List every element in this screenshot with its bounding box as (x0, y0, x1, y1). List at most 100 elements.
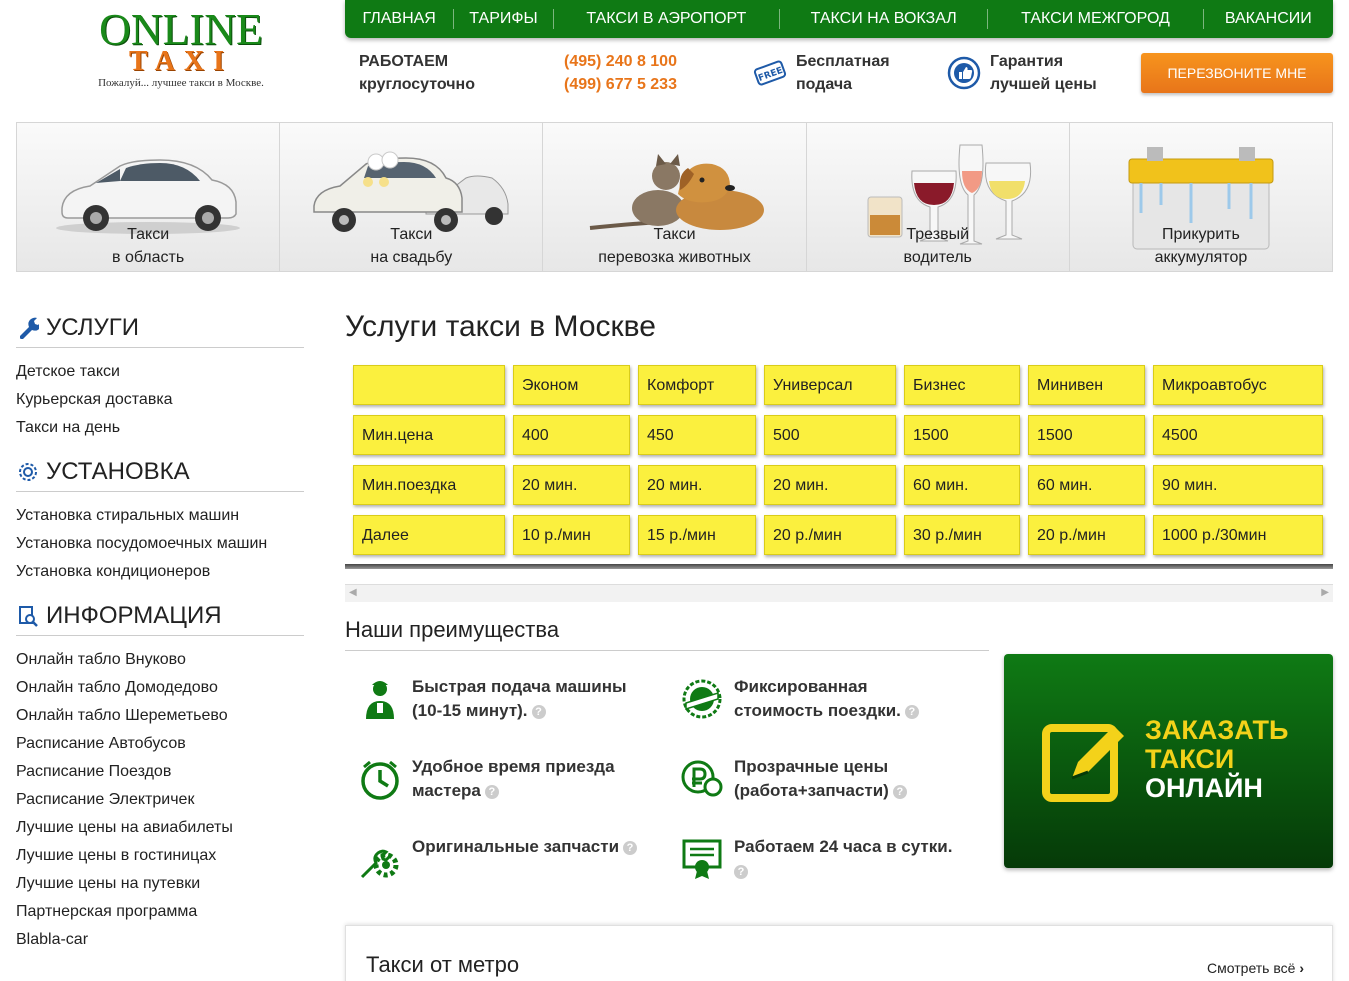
tile-battery-boost[interactable]: Прикурить аккумулятор (1070, 123, 1332, 271)
work-hours-line1: РАБОТАЕМ (359, 53, 449, 70)
metro-title: Такси от метро (366, 952, 520, 977)
guarantee-line2: лучшей цены (990, 76, 1097, 93)
help-icon[interactable]: ? (904, 705, 919, 719)
order-line3: ОНЛАЙН (1145, 773, 1263, 803)
sidebar-item-blablacar[interactable]: Blabla-car (16, 926, 304, 954)
tariff-cell: 60 мин. (904, 465, 1020, 505)
free-pickup-line2: подача (796, 76, 853, 93)
tariff-cell: 20 р./мин (1028, 515, 1145, 555)
tariff-row-min-price: Мин.цена 400 450 500 1500 1500 4500 (353, 415, 1331, 457)
free-tag-icon: FREE (752, 55, 788, 91)
tile-sober-line2: водитель (903, 249, 972, 266)
sidebar-item-dishwashers[interactable]: Установка посудомоечных машин (16, 530, 304, 558)
tariff-cell: 60 мин. (1028, 465, 1145, 505)
phone-numbers: (495) 240 8 100 (499) 677 5 233 (564, 50, 677, 96)
sidebar-item-sheremetyevo[interactable]: Онлайн табло Шереметьево (16, 702, 304, 730)
phone-2[interactable]: (499) 677 5 233 (564, 73, 677, 96)
tile-region-line1: Такси (127, 226, 170, 243)
sidebar-item-domodedovo[interactable]: Онлайн табло Домодедово (16, 674, 304, 702)
tariff-row-min-trip: Мин.поездка 20 мин. 20 мин. 20 мин. 60 м… (353, 465, 1331, 507)
services-list: Детское такси Курьерская доставка Такси … (16, 358, 304, 442)
nav-intercity-taxi[interactable]: ТАКСИ МЕЖГОРОД (988, 9, 1204, 29)
help-icon[interactable]: ? (623, 841, 638, 855)
work-hours-line2: круглосуточно (359, 76, 475, 93)
tile-region-taxi[interactable]: Такси в область (17, 123, 281, 271)
sidebar-item-courier[interactable]: Курьерская доставка (16, 386, 304, 414)
sidebar-item-bus-schedule[interactable]: Расписание Автобусов (16, 730, 304, 758)
scroll-left-icon[interactable]: ◀ (349, 587, 357, 598)
chevron-right-icon: › (1299, 960, 1304, 976)
order-online-button[interactable]: ЗАКАЗАТЬ ТАКСИ ОНЛАЙН (1004, 654, 1333, 868)
tile-pets-line1: Такси (653, 226, 696, 243)
tile-sober-driver[interactable]: Трезвый водитель (807, 123, 1070, 271)
horizontal-scrollbar[interactable]: ◀ ▶ (345, 584, 1333, 602)
tariff-header-cell: Универсал (764, 365, 896, 405)
nav-airport-taxi[interactable]: ТАКСИ В АЭРОПОРТ (554, 9, 780, 29)
badge-100-icon (678, 675, 726, 723)
tariff-cell: Мин.поездка (353, 465, 505, 505)
nav-vacancies[interactable]: ВАКАНСИИ (1204, 9, 1333, 29)
install-list: Установка стиральных машин Установка пос… (16, 502, 304, 586)
work-hours: РАБОТАЕМ круглосуточно (359, 50, 475, 96)
scroll-right-icon[interactable]: ▶ (1321, 587, 1329, 598)
tariff-row-further: Далее 10 р./мин 15 р./мин 20 р./мин 30 р… (353, 515, 1331, 557)
nav-station-taxi[interactable]: ТАКСИ НА ВОКЗАЛ (780, 9, 989, 29)
tariff-cell: 1500 (1028, 415, 1145, 455)
advantage-convenient-time: Удобное время приезда мастера? (356, 755, 656, 803)
phone-1[interactable]: (495) 240 8 100 (564, 50, 677, 73)
page-title: Услуги такси в Москве (345, 310, 656, 343)
sidebar-heading-info: ИНФОРМАЦИЯ (16, 596, 304, 636)
tile-wedding-taxi[interactable]: Такси на свадьбу (280, 123, 544, 271)
clock-icon (356, 755, 404, 803)
tile-region-line2: в область (112, 249, 185, 266)
sidebar-item-partner-program[interactable]: Партнерская программа (16, 898, 304, 926)
see-all-link[interactable]: Смотреть всё › (1207, 960, 1304, 976)
tariff-cell: 500 (764, 415, 896, 455)
advantage-time-line1: Удобное время приезда (412, 757, 615, 776)
tariff-header-cell: Минивен (1028, 365, 1145, 405)
help-icon[interactable]: ? (892, 785, 907, 799)
callback-button[interactable]: ПЕРЕЗВОНИТЕ МНЕ (1141, 53, 1333, 93)
gear-icon (16, 460, 40, 484)
sidebar-item-day-taxi[interactable]: Такси на день (16, 414, 304, 442)
tariff-cell: 4500 (1153, 415, 1323, 455)
logo-text-online: ONLINE (99, 5, 263, 54)
tariff-cell: 20 мин. (513, 465, 630, 505)
logo-tagline: Пожалуй... лучшее такси в Москве. (98, 77, 264, 89)
sidebar-item-air-conditioners[interactable]: Установка кондиционеров (16, 558, 304, 586)
advantage-fixed-line1: Фиксированная (734, 677, 868, 696)
tile-wedding-line1: Такси (390, 226, 433, 243)
sidebar-item-vnukovo[interactable]: Онлайн табло Внуково (16, 646, 304, 674)
advantage-time-line2: мастера (412, 781, 481, 800)
site-logo[interactable]: ONLINE TAXI Пожалуй... лучшее такси в Мо… (86, 5, 276, 90)
service-tiles: Такси в область Такси на свадьбу Такси п… (16, 122, 1333, 272)
tariff-header-cell: Эконом (513, 365, 630, 405)
advantage-transparent-prices: Прозрачные цены (работа+запчасти)? (678, 755, 978, 803)
tile-battery-line2: аккумулятор (1154, 249, 1248, 266)
sidebar: УСЛУГИ Детское такси Курьерская доставка… (16, 308, 304, 964)
advantage-fast-line2: (10-15 минут). (412, 701, 528, 720)
sidebar-item-commuter-schedule[interactable]: Расписание Электричек (16, 786, 304, 814)
tariff-table: Эконом Комфорт Универсал Бизнес Минивен … (345, 360, 1333, 570)
divider (345, 650, 989, 651)
sidebar-item-hotel-prices[interactable]: Лучшие цены в гостиницах (16, 842, 304, 870)
help-icon[interactable]: ? (734, 865, 748, 879)
sidebar-item-flight-prices[interactable]: Лучшие цены на авиабилеты (16, 814, 304, 842)
tariff-cell: 20 мин. (764, 465, 896, 505)
sidebar-item-kids-taxi[interactable]: Детское такси (16, 358, 304, 386)
ruble-icon (678, 755, 726, 803)
sidebar-item-train-schedule[interactable]: Расписание Поездов (16, 758, 304, 786)
help-icon[interactable]: ? (484, 785, 499, 799)
nav-home[interactable]: ГЛАВНАЯ (345, 9, 455, 29)
nav-tariffs[interactable]: ТАРИФЫ (454, 9, 554, 29)
tariff-cell: 1500 (904, 415, 1020, 455)
sidebar-item-washing-machines[interactable]: Установка стиральных машин (16, 502, 304, 530)
tariff-cell: 20 р./мин (764, 515, 896, 555)
wrench-gear-icon (356, 835, 404, 883)
main-nav: ГЛАВНАЯ ТАРИФЫ ТАКСИ В АЭРОПОРТ ТАКСИ НА… (345, 0, 1333, 38)
advantages-title: Наши преимущества (345, 617, 560, 642)
info-list: Онлайн табло Внуково Онлайн табло Домоде… (16, 646, 304, 954)
tile-pets-taxi[interactable]: Такси перевозка животных (543, 123, 807, 271)
help-icon[interactable]: ? (531, 705, 546, 719)
sidebar-item-tour-prices[interactable]: Лучшие цены на путевки (16, 870, 304, 898)
